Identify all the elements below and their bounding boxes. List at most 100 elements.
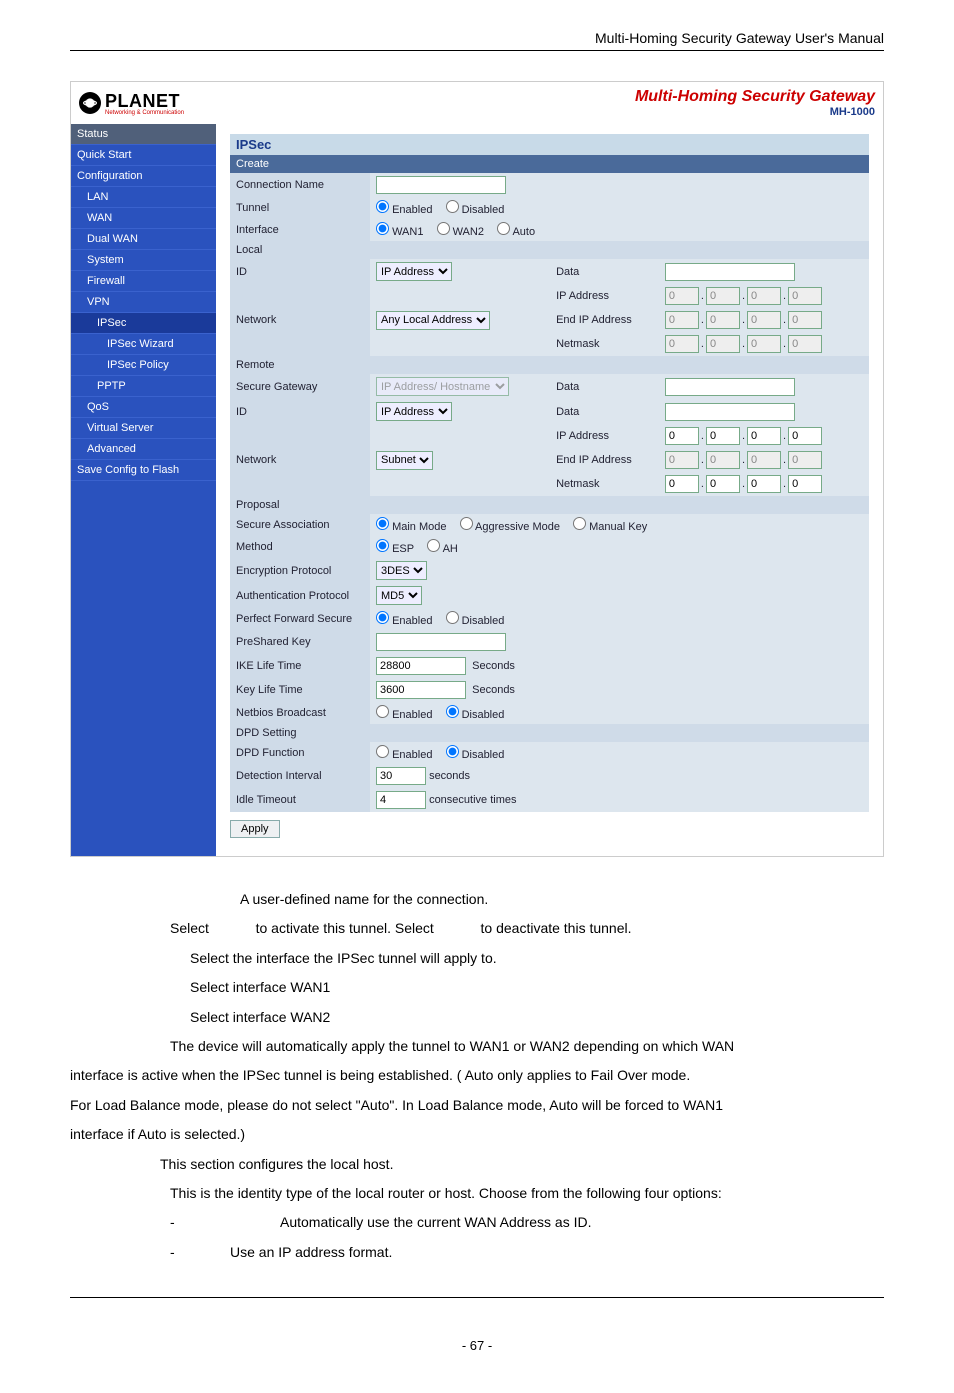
radio-wan1[interactable]: WAN1: [376, 226, 423, 238]
sidebar-item-status[interactable]: Status: [71, 124, 216, 145]
lbl-method: Method: [230, 536, 370, 558]
input-local-end-ip[interactable]: ...: [665, 311, 863, 329]
lbl-ip-address: IP Address: [550, 284, 659, 308]
ip-octet[interactable]: [788, 311, 822, 329]
ip-octet[interactable]: [706, 451, 740, 469]
ip-octet[interactable]: [665, 451, 699, 469]
bullet-2: -Use an IP address format.: [70, 1238, 884, 1267]
ip-octet[interactable]: [788, 451, 822, 469]
ip-octet[interactable]: [706, 475, 740, 493]
sidebar-item-vpn[interactable]: VPN: [71, 292, 216, 313]
lbl-auth-proto: Authentication Protocol: [230, 583, 370, 608]
ip-octet[interactable]: [706, 335, 740, 353]
sidebar-item-pptp[interactable]: PPTP: [71, 376, 216, 397]
radio-tunnel-disabled[interactable]: Disabled: [446, 204, 505, 216]
ip-octet[interactable]: [747, 451, 781, 469]
input-remote-ip[interactable]: ...: [665, 427, 863, 445]
ip-octet[interactable]: [788, 335, 822, 353]
input-ike-life[interactable]: [376, 657, 466, 675]
radio-netbios-disabled[interactable]: Disabled: [446, 709, 505, 721]
sidebar-item-advanced[interactable]: Advanced: [71, 439, 216, 460]
sidebar-item-virtual-server[interactable]: Virtual Server: [71, 418, 216, 439]
sidebar-item-save-config-to-flash[interactable]: Save Config to Flash: [71, 460, 216, 481]
select-local-network[interactable]: Any Local Address: [376, 311, 490, 330]
sidebar-item-qos[interactable]: QoS: [71, 397, 216, 418]
section-proposal: Proposal: [230, 496, 869, 514]
radio-pfs-enabled[interactable]: Enabled: [376, 615, 432, 627]
text-l7: interface is active when the IPSec tunne…: [70, 1061, 884, 1090]
select-enc-proto[interactable]: 3DES: [376, 561, 427, 580]
ip-octet[interactable]: [706, 311, 740, 329]
sidebar-item-ipsec-wizard[interactable]: IPSec Wizard: [71, 334, 216, 355]
ip-octet[interactable]: [747, 287, 781, 305]
lbl-end-ip: End IP Address: [550, 308, 659, 332]
select-remote-network[interactable]: Subnet: [376, 451, 433, 470]
ip-octet[interactable]: [665, 311, 699, 329]
radio-netbios-enabled[interactable]: Enabled: [376, 709, 432, 721]
sidebar-item-ipsec[interactable]: IPSec: [71, 313, 216, 334]
radio-dpd-disabled[interactable]: Disabled: [446, 749, 505, 761]
ip-octet[interactable]: [665, 475, 699, 493]
lbl-pfs: Perfect Forward Secure: [230, 608, 370, 630]
radio-wan2[interactable]: WAN2: [437, 226, 484, 238]
sidebar-item-system[interactable]: System: [71, 250, 216, 271]
radio-tunnel-enabled[interactable]: Enabled: [376, 204, 432, 216]
app-title: Multi-Homing Security Gateway: [635, 88, 875, 106]
sidebar-item-wan[interactable]: WAN: [71, 208, 216, 229]
sidebar-item-configuration[interactable]: Configuration: [71, 166, 216, 187]
ip-octet[interactable]: [788, 475, 822, 493]
select-local-id[interactable]: IP Address: [376, 262, 452, 281]
select-secure-gateway[interactable]: IP Address/ Hostname: [376, 377, 509, 396]
ip-octet[interactable]: [747, 475, 781, 493]
radio-pfs-disabled[interactable]: Disabled: [446, 615, 505, 627]
radio-aggressive[interactable]: Aggressive Mode: [460, 521, 560, 533]
radio-dpd-enabled[interactable]: Enabled: [376, 749, 432, 761]
apply-button[interactable]: Apply: [230, 820, 280, 838]
ip-octet[interactable]: [788, 287, 822, 305]
input-preshared[interactable]: [376, 633, 506, 651]
ip-octet[interactable]: [665, 335, 699, 353]
radio-esp[interactable]: ESP: [376, 543, 414, 555]
sidebar-item-quick-start[interactable]: Quick Start: [71, 145, 216, 166]
input-local-ip[interactable]: ...: [665, 287, 863, 305]
radio-ah[interactable]: AH: [427, 543, 458, 555]
ip-octet[interactable]: [788, 427, 822, 445]
select-remote-id[interactable]: IP Address: [376, 402, 452, 421]
input-remote-netmask[interactable]: ...: [665, 475, 863, 493]
input-det-interval[interactable]: [376, 767, 426, 785]
planet-icon: [79, 92, 101, 114]
ip-octet[interactable]: [747, 427, 781, 445]
input-connection-name[interactable]: [376, 176, 506, 194]
logo-subtext: Networking & Communication: [105, 110, 184, 116]
ip-octet[interactable]: [747, 311, 781, 329]
text-l3: Select the interface the IPSec tunnel wi…: [70, 944, 884, 973]
lbl-key-life: Key Life Time: [230, 678, 370, 702]
ipsec-form: Connection Name Tunnel Enabled Disabled …: [230, 173, 869, 812]
radio-main-mode[interactable]: Main Mode: [376, 521, 446, 533]
ip-octet[interactable]: [706, 427, 740, 445]
input-secure-gateway-data[interactable]: [665, 378, 795, 396]
lbl-r-ip-address: IP Address: [550, 424, 659, 448]
radio-manual-key[interactable]: Manual Key: [573, 521, 647, 533]
sidebar-item-dual-wan[interactable]: Dual WAN: [71, 229, 216, 250]
select-auth-proto[interactable]: MD5: [376, 586, 422, 605]
ip-octet[interactable]: [706, 287, 740, 305]
sidebar-item-lan[interactable]: LAN: [71, 187, 216, 208]
logo: PLANET Networking & Communication: [79, 91, 184, 116]
ip-octet[interactable]: [665, 427, 699, 445]
radio-auto[interactable]: Auto: [497, 226, 535, 238]
sidebar-item-firewall[interactable]: Firewall: [71, 271, 216, 292]
input-idle-timeout[interactable]: [376, 791, 426, 809]
ip-octet[interactable]: [665, 287, 699, 305]
ip-octet[interactable]: [747, 335, 781, 353]
input-remote-end-ip[interactable]: ...: [665, 451, 863, 469]
input-local-netmask[interactable]: ...: [665, 335, 863, 353]
lbl-secure-assoc: Secure Association: [230, 514, 370, 536]
sidebar-item-ipsec-policy[interactable]: IPSec Policy: [71, 355, 216, 376]
lbl-interface: Interface: [230, 219, 370, 241]
input-remote-id-data[interactable]: [665, 403, 795, 421]
input-local-id-data[interactable]: [665, 263, 795, 281]
input-key-life[interactable]: [376, 681, 466, 699]
lbl-dpd-function: DPD Function: [230, 742, 370, 764]
section-local: Local: [230, 241, 869, 259]
